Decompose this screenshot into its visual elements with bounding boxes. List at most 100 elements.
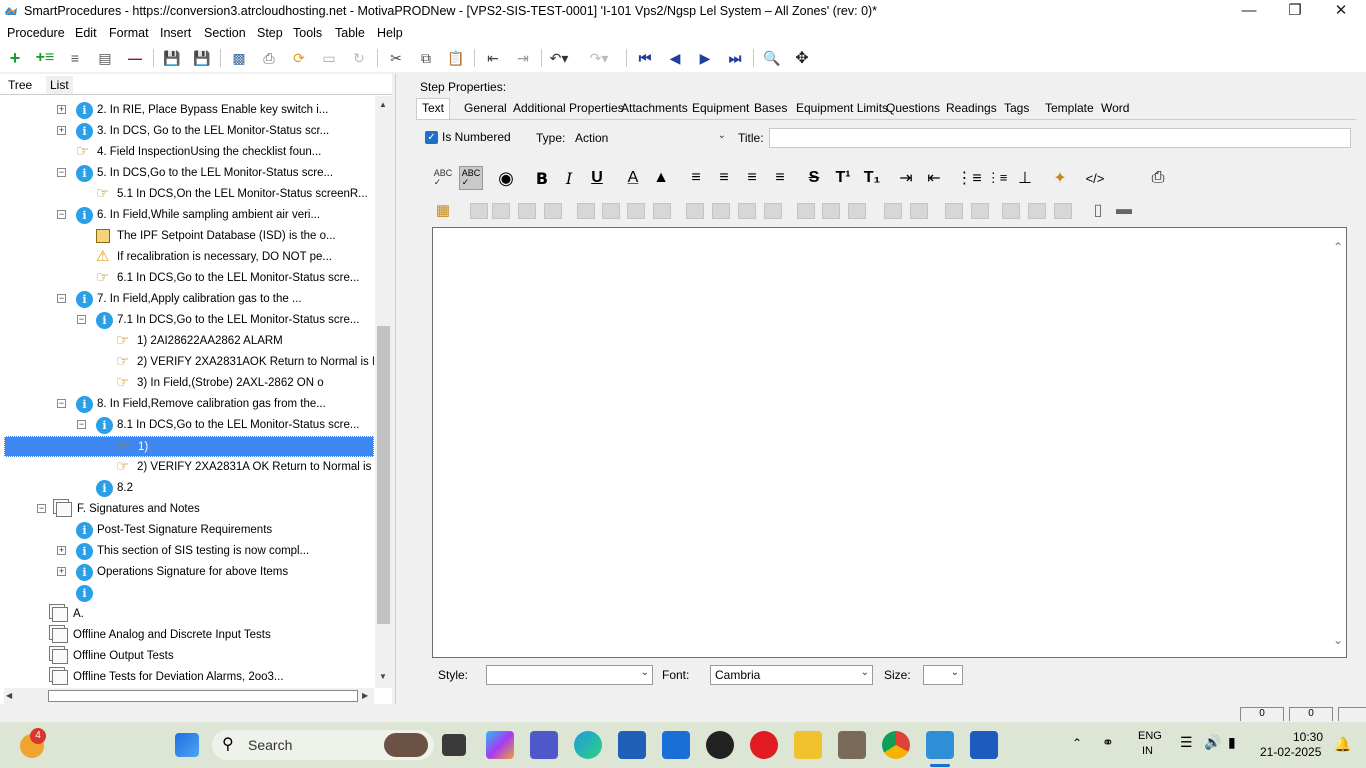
justify-icon[interactable]: ≡ bbox=[768, 166, 792, 190]
export-icon[interactable]: ▩ bbox=[230, 49, 248, 67]
outdent-icon[interactable]: ⇤ bbox=[484, 49, 502, 67]
tree-node[interactable]: ☞ 3) In Field,(Strobe) 2AXL-2862 ON o bbox=[4, 373, 374, 394]
tab-readings[interactable]: Readings bbox=[946, 101, 997, 115]
tab-word[interactable]: Word bbox=[1101, 101, 1129, 115]
menu-help[interactable]: Help bbox=[377, 26, 403, 40]
tree-node[interactable]: ☞ 2) VERIFY 2XA2831A OK Return to Normal … bbox=[4, 457, 374, 478]
tree-node[interactable]: + i 3. In DCS, Go to the LEL Monitor-Statu… bbox=[4, 121, 374, 142]
tree-node[interactable]: ☞ 1) bbox=[4, 436, 374, 457]
list-alt-icon[interactable]: ▤ bbox=[96, 49, 114, 67]
smartprocedures-taskbar-icon[interactable] bbox=[926, 731, 954, 759]
menu-table[interactable]: Table bbox=[335, 26, 365, 40]
tree-node[interactable]: ⚠ If recalibration is necessary, DO NOT p… bbox=[4, 247, 374, 268]
editor-scroll-up-icon[interactable]: ⌃ bbox=[1333, 240, 1343, 254]
spellcheck-as-you-type-icon[interactable]: ABC ✓ bbox=[459, 166, 483, 190]
collapse-icon[interactable]: − bbox=[57, 399, 66, 408]
file-explorer-icon[interactable] bbox=[794, 731, 822, 759]
spellcheck-icon[interactable]: ABC ✓ bbox=[431, 166, 455, 190]
delete-icon[interactable]: — bbox=[126, 49, 144, 67]
collapse-icon[interactable]: − bbox=[57, 294, 66, 303]
insert-table-icon[interactable]: ▦ bbox=[431, 198, 455, 222]
tree-node[interactable]: − i 7.1 In DCS,Go to the LEL Monitor-Statu… bbox=[4, 310, 374, 331]
tree-horizontal-scrollbar[interactable]: ◀ ▶ bbox=[4, 688, 374, 704]
tree-node[interactable]: − F. Signatures and Notes bbox=[4, 499, 374, 520]
menu-tools[interactable]: Tools bbox=[293, 26, 322, 40]
expand-icon[interactable]: + bbox=[57, 105, 66, 114]
undo-icon[interactable]: ↶▾ bbox=[550, 49, 569, 67]
underline-icon[interactable]: U bbox=[585, 166, 609, 190]
step-text-editor[interactable]: ⌃ ⌄ bbox=[432, 227, 1347, 658]
tree-node[interactable]: i 8.2 bbox=[4, 478, 374, 499]
tab-equipment[interactable]: Equipment bbox=[692, 101, 749, 115]
tab-tags[interactable]: Tags bbox=[1004, 101, 1029, 115]
tab-general[interactable]: General bbox=[464, 101, 507, 115]
wifi-icon[interactable]: ☰ bbox=[1180, 734, 1193, 751]
tab-additional-properties[interactable]: Additional Properties bbox=[513, 101, 624, 115]
print-preview-icon[interactable]: ⎙ bbox=[1146, 166, 1170, 190]
save-all-icon[interactable]: 💾 bbox=[163, 49, 181, 67]
editor-scroll-down-icon[interactable]: ⌄ bbox=[1333, 633, 1343, 647]
tab-text[interactable]: Text bbox=[422, 101, 444, 115]
bullet-list-icon[interactable]: ⋮≡ bbox=[956, 166, 981, 190]
save-icon[interactable]: 💾 bbox=[193, 49, 211, 67]
tree-node[interactable]: − i 7. In Field,Apply calibration gas to t… bbox=[4, 289, 374, 310]
tree-vertical-scrollbar[interactable]: ▲ ▼ bbox=[375, 96, 392, 688]
pane-splitter[interactable] bbox=[395, 74, 400, 704]
tree-node[interactable]: ☞ 6.1 In DCS,Go to the LEL Monitor-Status… bbox=[4, 268, 374, 289]
table-properties-icon[interactable]: ▯ bbox=[1086, 198, 1110, 222]
tree-node[interactable]: + i This section of SIS testing is now com… bbox=[4, 541, 374, 562]
clock-time[interactable]: 10:30 bbox=[1293, 730, 1323, 744]
increase-indent-icon[interactable]: ⇥ bbox=[894, 166, 918, 190]
copy-icon[interactable]: ⧉ bbox=[417, 49, 435, 67]
tab-tree[interactable]: Tree bbox=[4, 76, 37, 96]
tree-hscroll-thumb[interactable] bbox=[48, 690, 358, 702]
type-select[interactable]: Action ⌄ bbox=[570, 128, 730, 148]
menu-step[interactable]: Step bbox=[257, 26, 283, 40]
store-icon[interactable] bbox=[618, 731, 646, 759]
magic-wand-icon[interactable]: ✦ bbox=[1048, 166, 1072, 190]
tree-node[interactable]: Offline Tests for Deviation Alarms, 2oo3… bbox=[4, 667, 374, 688]
tree-node[interactable]: i Post-Test Signature Requirements bbox=[4, 520, 374, 541]
maximize-button[interactable]: ❐ bbox=[1272, 0, 1318, 24]
tree-node[interactable]: + i Operations Signature for above Items bbox=[4, 562, 374, 583]
tree-node[interactable]: + i 2. In RIE, Place Bypass Enable key swi… bbox=[4, 100, 374, 121]
tree-node[interactable]: ☞ 2) VERIFY 2XA2831AOK Return to Normal i… bbox=[4, 352, 374, 373]
volume-icon[interactable]: 🔊 bbox=[1204, 734, 1221, 751]
horizontal-rule-icon[interactable]: ▬ bbox=[1112, 198, 1136, 222]
first-step-icon[interactable]: ⏮ bbox=[636, 49, 654, 67]
tab-list[interactable]: List bbox=[46, 76, 73, 94]
collapse-icon[interactable]: − bbox=[57, 210, 66, 219]
is-numbered-checkbox[interactable]: ✓ bbox=[425, 131, 438, 144]
app-icon[interactable] bbox=[838, 731, 866, 759]
tree-node[interactable]: − i 8.1 In DCS,Go to the LEL Monitor-Statu… bbox=[4, 415, 374, 436]
font-select[interactable]: Cambria ⌄ bbox=[710, 665, 873, 685]
tree-node[interactable]: ☞ 1) 2AI28622AA2862 ALARM bbox=[4, 331, 374, 352]
tree-node[interactable]: ☞ 5.1 In DCS,On the LEL Monitor-Status sc… bbox=[4, 184, 374, 205]
size-select[interactable]: ⌄ bbox=[923, 665, 963, 685]
collapse-icon[interactable]: − bbox=[77, 420, 86, 429]
align-left-icon[interactable]: ≡ bbox=[684, 166, 708, 190]
tree-node[interactable]: A. bbox=[4, 604, 374, 625]
battery-icon[interactable]: ▮ bbox=[1228, 734, 1236, 751]
decrease-indent-icon[interactable]: ⇤ bbox=[922, 166, 946, 190]
html-source-icon[interactable]: </> bbox=[1083, 166, 1107, 190]
add-substep-icon[interactable]: +≡ bbox=[36, 49, 55, 67]
collapse-icon[interactable]: − bbox=[37, 504, 46, 513]
expand-icon[interactable]: + bbox=[57, 567, 66, 576]
previous-step-icon[interactable]: ◀ bbox=[666, 49, 684, 67]
tree-node[interactable]: ☞ 4. Field InspectionUsing the checklist … bbox=[4, 142, 374, 163]
highlight-color-icon[interactable]: ▲ bbox=[649, 166, 673, 190]
tree-node[interactable]: The IPF Setpoint Database (ISD) is the o… bbox=[4, 226, 374, 247]
last-step-icon[interactable]: ⏭ bbox=[726, 49, 744, 67]
chevron-up-icon[interactable]: ⌃ bbox=[1072, 736, 1082, 750]
tree-node[interactable]: − i 6. In Field,While sampling ambient air… bbox=[4, 205, 374, 226]
font-color-icon[interactable]: A bbox=[621, 166, 645, 190]
tab-bases[interactable]: Bases bbox=[754, 101, 787, 115]
superscript-icon[interactable]: T¹ bbox=[831, 166, 855, 190]
collapse-icon[interactable]: − bbox=[77, 315, 86, 324]
opera-icon[interactable] bbox=[750, 731, 778, 759]
cut-icon[interactable]: ✂ bbox=[387, 49, 405, 67]
refresh-icon[interactable]: ⟳ bbox=[290, 49, 308, 67]
tree-scroll-thumb[interactable] bbox=[377, 326, 390, 624]
language-line-1[interactable]: ENG bbox=[1138, 730, 1162, 742]
